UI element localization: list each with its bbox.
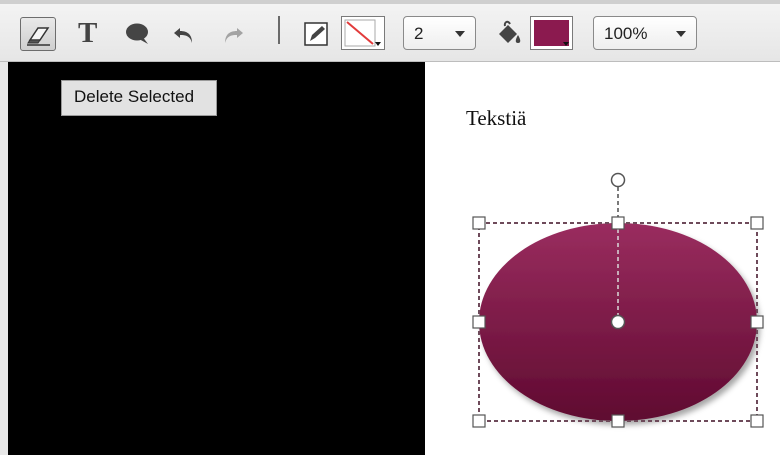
resize-handle-bottom[interactable] [611, 414, 625, 428]
drawing-editor: T 2 100% Delete Selected Tekstiä [0, 0, 780, 455]
line-color-picker[interactable] [341, 16, 385, 50]
undo-button[interactable] [170, 17, 200, 51]
eraser-button[interactable] [20, 17, 56, 51]
speech-bubble-icon [126, 23, 148, 44]
toolbar: T 2 100% [0, 0, 780, 62]
resize-handle-top-right[interactable] [750, 216, 764, 230]
black-background-panel [0, 62, 425, 455]
resize-handle-top-left[interactable] [472, 216, 486, 230]
speech-bubble-button[interactable] [120, 17, 156, 51]
line-tool-button[interactable] [302, 18, 332, 52]
left-border [0, 62, 8, 455]
resize-handle-bottom-left[interactable] [472, 414, 486, 428]
redo-icon [225, 28, 243, 43]
chevron-down-icon [375, 42, 381, 46]
canvas-text[interactable]: Tekstiä [466, 106, 526, 131]
chevron-down-icon [676, 31, 686, 37]
fill-color-picker[interactable] [530, 16, 573, 50]
rotation-handle[interactable] [610, 172, 626, 188]
paint-bucket-icon [499, 20, 521, 43]
text-tool-button[interactable]: T [74, 17, 104, 51]
zoom-dropdown[interactable]: 100% [593, 16, 697, 50]
text-tool-icon: T [78, 17, 98, 49]
center-handle[interactable] [610, 314, 626, 330]
delete-selected-tooltip: Delete Selected [61, 80, 217, 116]
resize-handle-left[interactable] [472, 315, 486, 329]
stroke-width-value: 2 [414, 24, 424, 43]
eraser-icon [27, 27, 50, 46]
resize-handle-bottom-right[interactable] [750, 414, 764, 428]
redo-button[interactable] [218, 17, 248, 51]
undo-icon [174, 28, 192, 43]
zoom-value: 100% [604, 24, 648, 43]
pencil-line-icon [304, 22, 328, 46]
resize-handle-top[interactable] [611, 216, 625, 230]
stroke-width-dropdown[interactable]: 2 [403, 16, 476, 50]
chevron-down-icon [563, 42, 569, 46]
paint-bucket-button[interactable] [494, 17, 524, 51]
chevron-down-icon [455, 31, 465, 37]
resize-handle-right[interactable] [750, 315, 764, 329]
toolbar-top-border [0, 0, 780, 4]
toolbar-separator [278, 16, 280, 44]
